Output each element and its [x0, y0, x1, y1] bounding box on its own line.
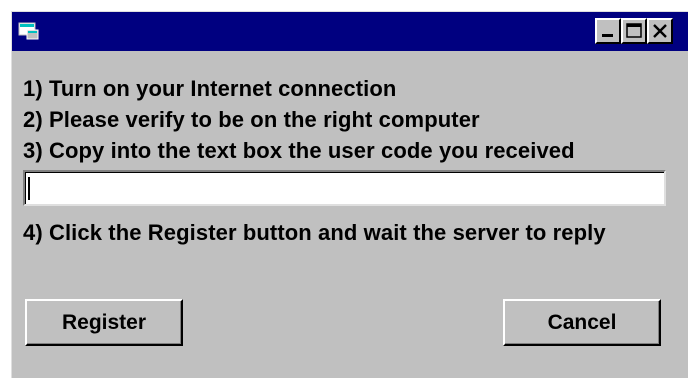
maximize-button[interactable]	[621, 18, 647, 44]
instruction-step-4: 4) Click the Register button and wait th…	[23, 220, 606, 245]
user-code-input[interactable]	[23, 170, 666, 206]
title-bar[interactable]	[12, 12, 688, 51]
close-button[interactable]	[647, 18, 673, 44]
minimize-button[interactable]	[595, 18, 621, 44]
register-button[interactable]: Register	[25, 299, 183, 346]
cancel-button[interactable]: Cancel	[503, 299, 661, 346]
instruction-step-1: 1) Turn on your Internet connection	[23, 76, 397, 101]
app-window-icon	[18, 21, 40, 41]
instruction-step-3: 3) Copy into the text box the user code …	[23, 138, 575, 163]
instruction-step-2: 2) Please verify to be on the right comp…	[23, 107, 480, 132]
text-cursor	[28, 177, 30, 200]
